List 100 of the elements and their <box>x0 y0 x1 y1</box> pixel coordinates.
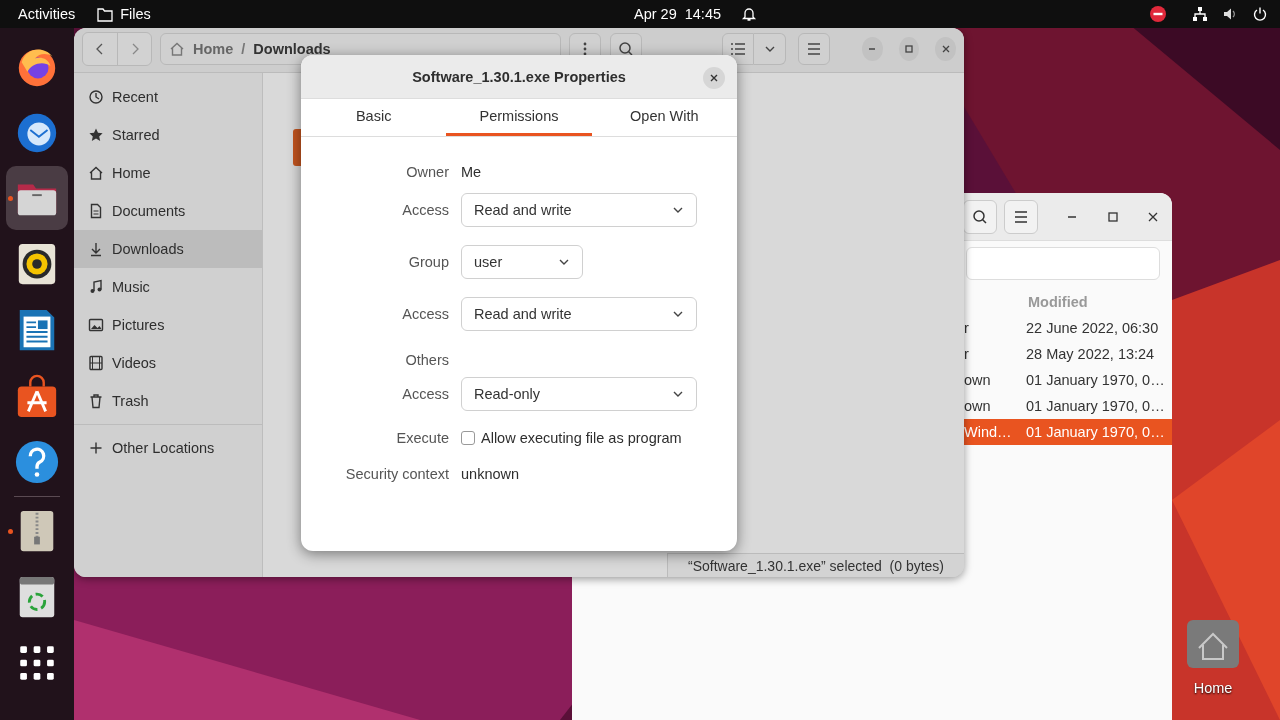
maximize-icon <box>903 42 915 55</box>
sidebar-item[interactable]: Recent <box>74 78 262 116</box>
status-text: “Software_1.30.1.exe” selected (0 bytes) <box>667 553 964 577</box>
folder-icon <box>97 6 114 22</box>
file-row[interactable]: Wind… 01 January 1970, 0… <box>964 419 1172 445</box>
sidebar-label: Starred <box>112 127 160 143</box>
minimize-button[interactable] <box>862 36 883 61</box>
table-cell: 01 January 1970, 0… <box>1026 398 1165 414</box>
table-cell-text: Wind… <box>964 424 1013 440</box>
field-label: Others <box>405 352 449 368</box>
desktop-icon-label: Home <box>1193 680 1233 696</box>
film-icon <box>88 355 104 371</box>
sidebar-item[interactable]: Starred <box>74 116 262 154</box>
plus-icon <box>88 440 104 456</box>
dialog-title: Software_1.30.1.exe Properties <box>412 68 626 85</box>
menu-icon <box>807 42 821 55</box>
path-crumb[interactable]: Downloads <box>253 40 331 57</box>
field-label: Owner <box>406 164 449 180</box>
table-cell: 01 January 1970, 0… <box>1026 372 1165 388</box>
menu-button[interactable] <box>798 32 830 65</box>
access-dropdown[interactable]: Read and write <box>461 193 697 227</box>
maximize-button[interactable] <box>898 36 920 61</box>
home-icon <box>88 165 104 181</box>
table-cell-text: r <box>964 320 970 336</box>
table-cell-text: r <box>964 346 970 362</box>
sidebar-item[interactable]: Trash <box>74 382 262 420</box>
field-label: Access <box>402 202 449 218</box>
sidebar-label: Videos <box>112 355 157 371</box>
table-cell-text: own <box>964 372 992 388</box>
sidebar-item[interactable]: Pictures <box>74 306 262 344</box>
field-label: Execute <box>396 430 449 446</box>
sidebar-label: Trash <box>112 393 149 409</box>
active-app-highlight[interactable] <box>6 166 68 230</box>
file-row[interactable]: own 01 January 1970, 0… <box>964 393 1172 419</box>
sidebar-item[interactable]: Home <box>74 154 262 192</box>
music-note-icon <box>88 279 104 295</box>
sidebar-item[interactable]: Music <box>74 268 262 306</box>
menu-icon <box>1014 210 1028 223</box>
access-dropdown[interactable]: user <box>461 245 583 279</box>
close-button[interactable] <box>703 67 725 89</box>
minimize-icon <box>869 47 876 50</box>
checkbox-label[interactable]: Allow executing file as program <box>481 430 682 446</box>
folder-icon[interactable] <box>1185 618 1241 670</box>
download-icon <box>88 241 104 257</box>
trash-icon <box>88 393 104 409</box>
power-icon[interactable] <box>1252 6 1268 22</box>
path-crumb[interactable]: Home <box>193 40 234 57</box>
more-icon <box>583 41 587 56</box>
home-icon <box>169 40 185 57</box>
file-row[interactable]: r 22 June 2022, 06:30 <box>964 315 1172 341</box>
sidebar-item[interactable]: Other Locations <box>74 429 262 467</box>
checkbox[interactable] <box>461 431 475 445</box>
close-icon <box>1147 210 1159 223</box>
star-icon <box>88 127 104 143</box>
table-cell-text: own <box>964 398 992 414</box>
field-value: Me <box>461 164 482 180</box>
maximize-icon <box>1107 210 1119 223</box>
table-cell: 28 May 2022, 13:24 <box>1026 346 1155 362</box>
close-button[interactable] <box>935 36 956 61</box>
sidebar-label: Home <box>112 165 151 181</box>
sidebar-label: Downloads <box>112 241 184 257</box>
sidebar-item[interactable]: Videos <box>74 344 262 382</box>
minimize-icon <box>1068 215 1076 218</box>
search-button[interactable] <box>963 199 997 234</box>
volume-icon[interactable] <box>1222 6 1238 22</box>
table-cell: 01 January 1970, 0… <box>1026 424 1165 440</box>
clock-time[interactable]: 14:45 <box>684 6 722 22</box>
help-icon[interactable] <box>14 439 60 485</box>
sidebar-label: Pictures <box>112 317 165 333</box>
search-icon <box>618 40 634 57</box>
field-value: unknown <box>461 466 520 482</box>
sidebar-item[interactable]: Downloads <box>74 230 262 268</box>
table-cell: 22 June 2022, 06:30 <box>1026 320 1159 336</box>
sidebar-label: Music <box>112 279 150 295</box>
close-icon <box>709 73 719 83</box>
sidebar-label: Documents <box>112 203 186 219</box>
app-menu[interactable]: Files <box>120 6 151 22</box>
menu-button[interactable] <box>1004 199 1038 234</box>
activities-button[interactable]: Activities <box>18 6 76 22</box>
sidebar-item[interactable]: Documents <box>74 192 262 230</box>
do-not-disturb-icon[interactable] <box>1150 6 1166 22</box>
document-icon <box>88 203 104 219</box>
file-row[interactable]: own 01 January 1970, 0… <box>964 367 1172 393</box>
file-row[interactable]: r 28 May 2022, 13:24 <box>964 341 1172 367</box>
bell-icon <box>741 6 758 22</box>
field-label: Security context <box>345 466 449 482</box>
sidebar-label: Recent <box>112 89 158 105</box>
path-separator: / <box>241 40 246 57</box>
field-label: Access <box>402 306 449 322</box>
image-icon <box>88 317 104 333</box>
clock-date[interactable]: Apr 29 <box>634 6 677 22</box>
field-label: Group <box>408 254 449 270</box>
clock-icon <box>88 89 104 105</box>
network-icon[interactable] <box>1192 6 1208 22</box>
access-dropdown[interactable]: Read-only <box>461 377 697 411</box>
access-dropdown[interactable]: Read and write <box>461 297 697 331</box>
sidebar-label: Other Locations <box>112 440 215 456</box>
location-field[interactable] <box>966 247 1160 280</box>
list-icon <box>730 41 746 56</box>
search-icon <box>972 208 988 225</box>
